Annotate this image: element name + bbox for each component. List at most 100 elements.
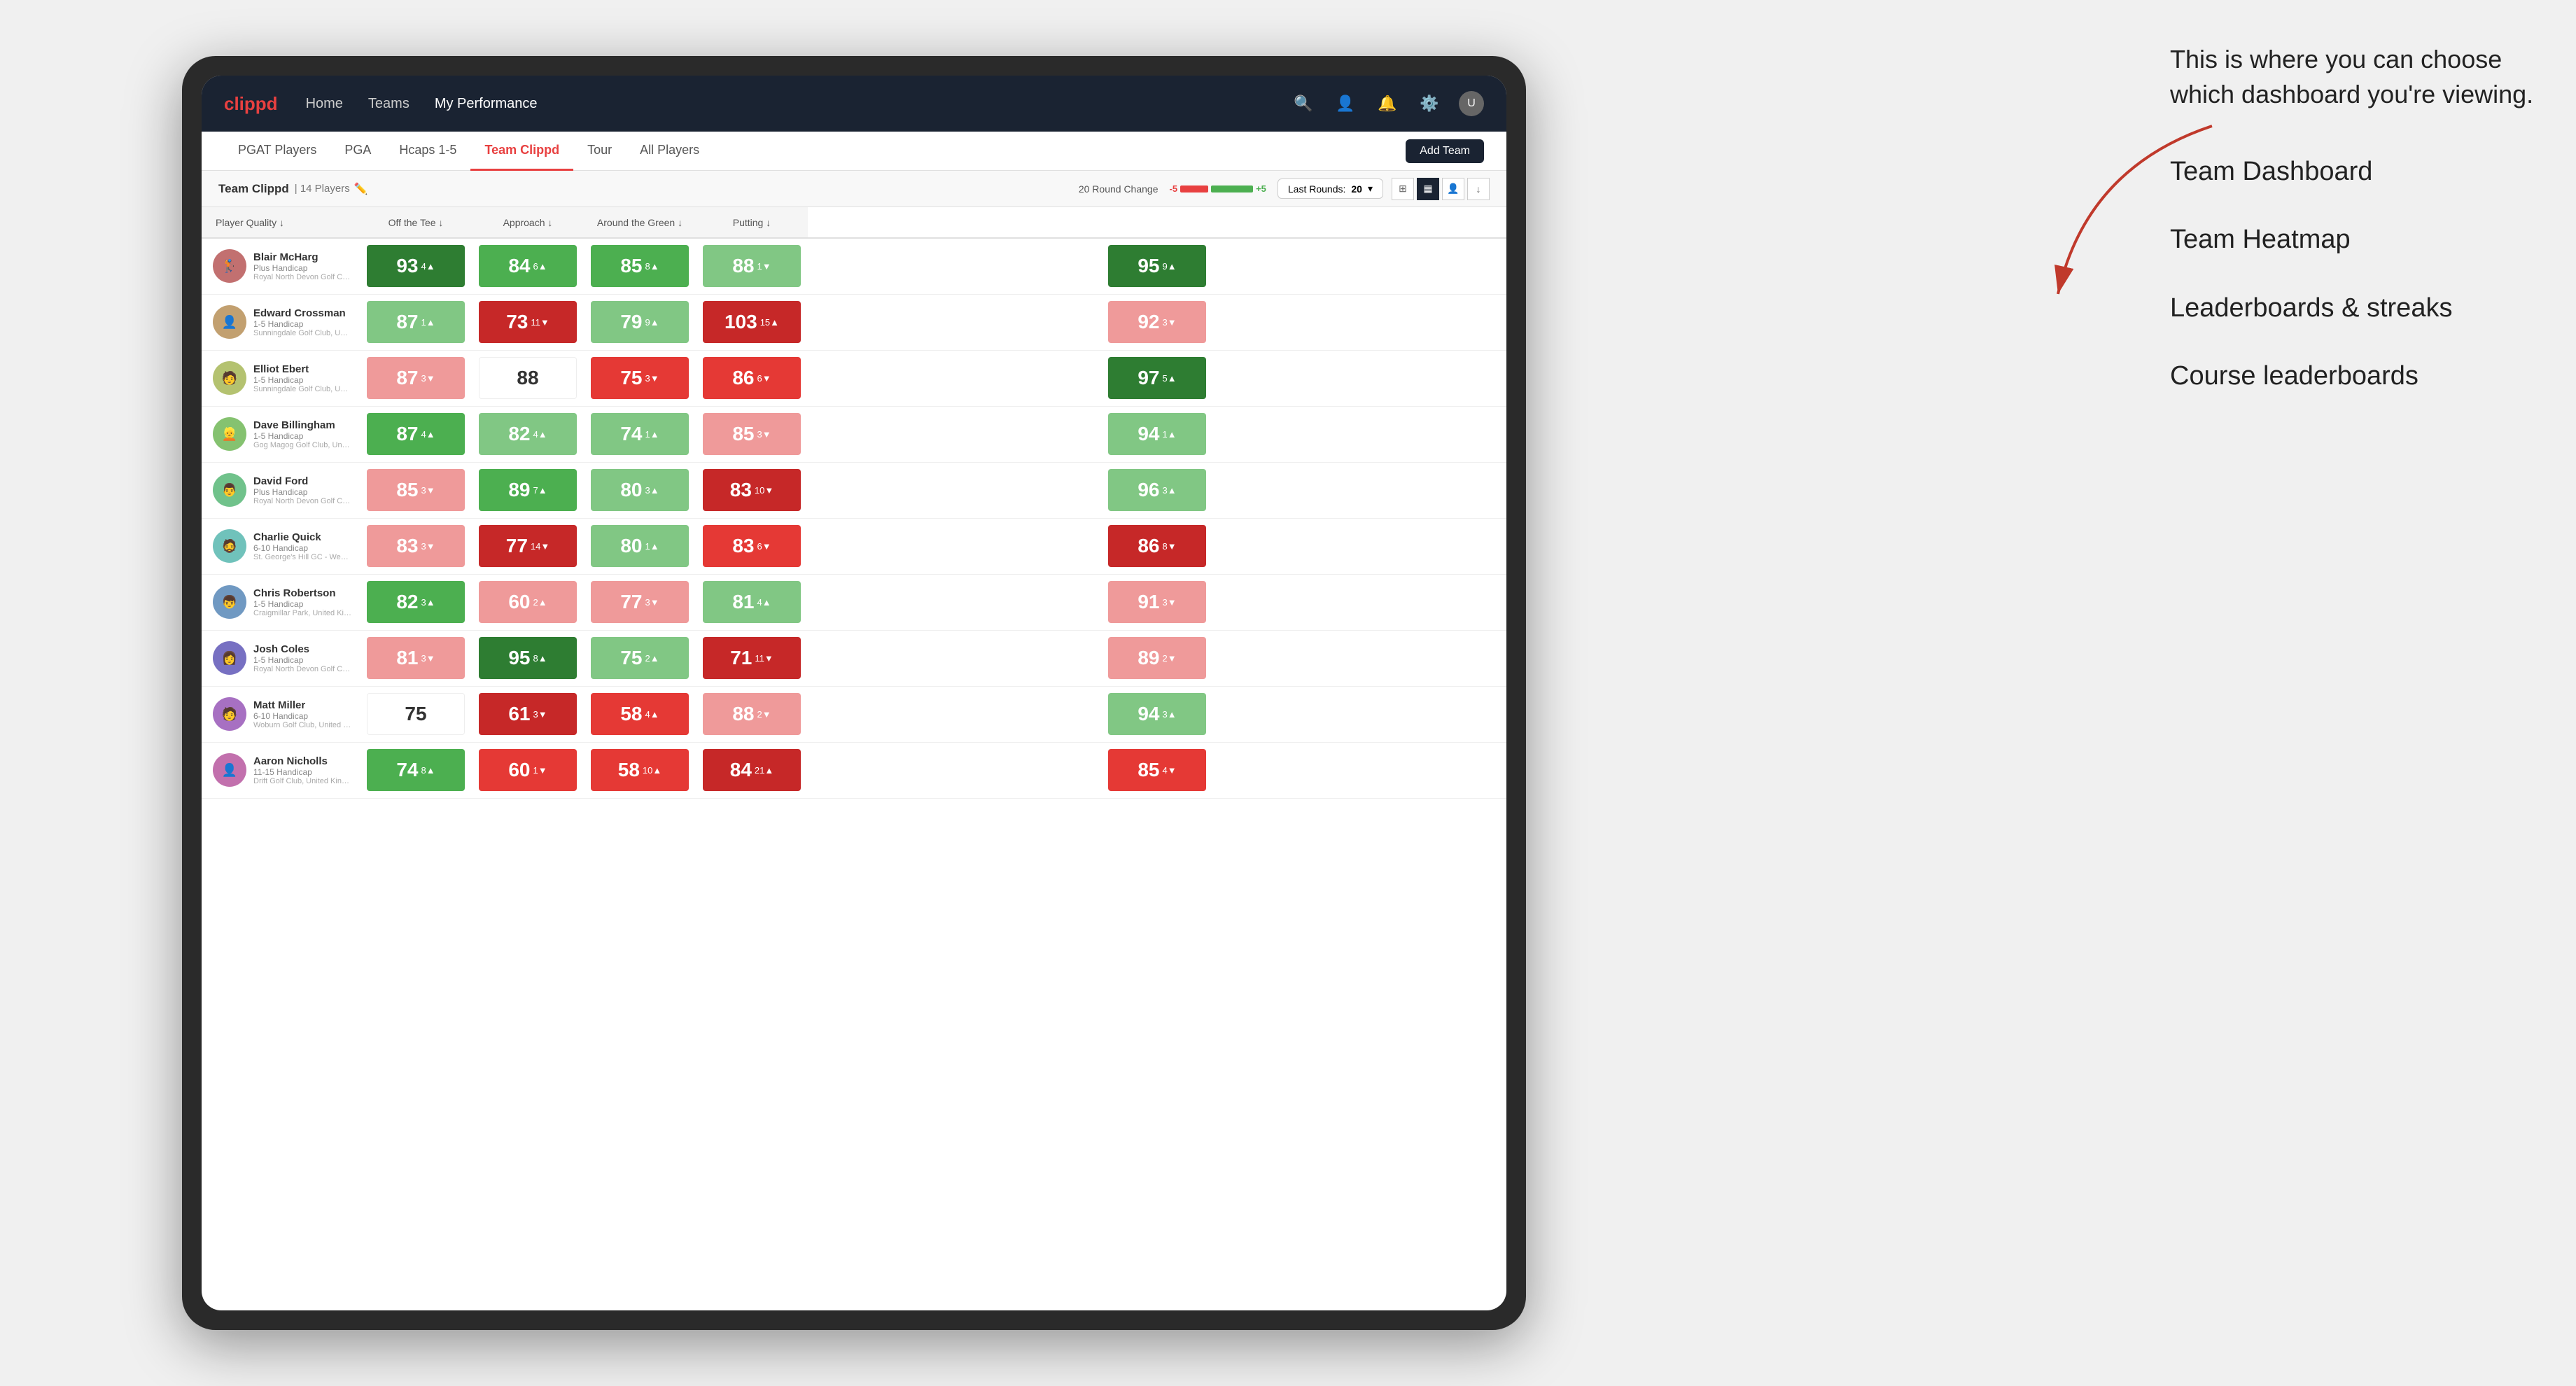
- player-name[interactable]: Dave Billingham: [253, 419, 351, 431]
- metric-value: 85: [732, 423, 754, 445]
- metric-cell-2: 803▲: [584, 462, 696, 518]
- sub-nav-hcaps[interactable]: Hcaps 1-5: [385, 132, 470, 171]
- player-handicap: 1-5 Handicap: [253, 319, 351, 329]
- metric-cell-2: 799▲: [584, 294, 696, 350]
- player-name[interactable]: Charlie Quick: [253, 531, 351, 543]
- metric-value: 80: [620, 479, 642, 501]
- metric-value: 73: [506, 311, 528, 333]
- metric-box: 799▲: [591, 301, 689, 343]
- player-name[interactable]: Elliot Ebert: [253, 363, 351, 375]
- metric-value: 87: [396, 311, 418, 333]
- edit-icon[interactable]: ✏️: [354, 182, 368, 196]
- col-aroundgreen: Around the Green ↓: [584, 207, 696, 238]
- metric-value: 60: [508, 759, 530, 781]
- metric-box: 7714▼: [479, 525, 577, 567]
- metric-value: 75: [620, 367, 642, 389]
- table-row[interactable]: 🧑Elliot Ebert1-5 HandicapSunningdale Gol…: [202, 350, 1506, 406]
- metric-box: 897▲: [479, 469, 577, 511]
- metric-cell-0: 934▲: [360, 238, 472, 294]
- metric-cell-4: 892▼: [808, 630, 1506, 686]
- metric-change: 2▼: [1163, 653, 1177, 664]
- bell-icon[interactable]: 🔔: [1375, 91, 1400, 116]
- nav-item-teams[interactable]: Teams: [368, 96, 410, 112]
- settings-icon[interactable]: ⚙️: [1417, 91, 1442, 116]
- table-row[interactable]: 👦Chris Robertson1-5 HandicapCraigmillar …: [202, 574, 1506, 630]
- nav-item-myperformance[interactable]: My Performance: [435, 96, 538, 112]
- tablet-frame: clippd Home Teams My Performance 🔍 👤 🔔 ⚙…: [182, 56, 1526, 1330]
- nav-item-home[interactable]: Home: [306, 96, 343, 112]
- metric-change: 4▲: [533, 429, 547, 440]
- add-team-button[interactable]: Add Team: [1406, 139, 1484, 163]
- metric-value: 85: [1138, 759, 1159, 781]
- metric-cell-4: 959▲: [808, 238, 1506, 294]
- metric-change: 9▲: [645, 317, 659, 328]
- player-name[interactable]: Matt Miller: [253, 699, 351, 711]
- table-row[interactable]: 🏌️Blair McHargPlus HandicapRoyal North D…: [202, 238, 1506, 294]
- annotation-intro-text: This is where you can choose which dashb…: [2170, 42, 2534, 113]
- table-row[interactable]: 👤Aaron Nicholls11-15 HandicapDrift Golf …: [202, 742, 1506, 798]
- table-row[interactable]: 👨David FordPlus HandicapRoyal North Devo…: [202, 462, 1506, 518]
- metric-change: 1▲: [421, 317, 435, 328]
- nav-bar: clippd Home Teams My Performance 🔍 👤 🔔 ⚙…: [202, 76, 1506, 132]
- metric-cell-1: 7311▼: [472, 294, 584, 350]
- player-cell: 🧑Elliot Ebert1-5 HandicapSunningdale Gol…: [202, 350, 360, 406]
- player-handicap: 1-5 Handicap: [253, 599, 351, 609]
- avatar[interactable]: U: [1459, 91, 1484, 116]
- metric-change: 2▼: [757, 709, 771, 720]
- data-table: Player Quality ↓ Off the Tee ↓ Approach …: [202, 207, 1506, 799]
- metric-change: 4▲: [421, 261, 435, 272]
- table-row[interactable]: 👤Edward Crossman1-5 HandicapSunningdale …: [202, 294, 1506, 350]
- tablet-screen: clippd Home Teams My Performance 🔍 👤 🔔 ⚙…: [202, 76, 1506, 1310]
- metric-change: 11▼: [755, 653, 773, 664]
- player-name[interactable]: Chris Robertson: [253, 587, 351, 599]
- metric-cell-2: 5810▲: [584, 742, 696, 798]
- sub-nav-tour[interactable]: Tour: [573, 132, 626, 171]
- download-button[interactable]: ↓: [1467, 178, 1490, 200]
- player-name[interactable]: Edward Crossman: [253, 307, 351, 319]
- table-row[interactable]: 🧑Matt Miller6-10 HandicapWoburn Golf Clu…: [202, 686, 1506, 742]
- last-rounds-button[interactable]: Last Rounds: 20 ▾: [1278, 178, 1383, 199]
- metric-change: 1▼: [757, 261, 771, 272]
- player-name[interactable]: Josh Coles: [253, 643, 351, 655]
- table-row[interactable]: 🧔Charlie Quick6-10 HandicapSt. George's …: [202, 518, 1506, 574]
- metric-cell-3: 853▼: [696, 406, 808, 462]
- metric-value: 74: [620, 423, 642, 445]
- player-name[interactable]: Aaron Nicholls: [253, 755, 351, 767]
- player-club: Woburn Golf Club, United Kingdom: [253, 721, 351, 729]
- metric-change: 3▼: [533, 709, 547, 720]
- person-view-button[interactable]: 👤: [1442, 178, 1464, 200]
- metric-box: 8421▲: [703, 749, 801, 791]
- search-icon[interactable]: 🔍: [1291, 91, 1316, 116]
- metric-cell-1: 846▲: [472, 238, 584, 294]
- metric-change: 2▲: [645, 653, 659, 664]
- player-club: Sunningdale Golf Club, United Kingdom: [253, 329, 351, 337]
- metric-cell-1: 824▲: [472, 406, 584, 462]
- player-handicap: 6-10 Handicap: [253, 543, 351, 553]
- avatar: 👩: [213, 641, 246, 675]
- metric-cell-0: 75: [360, 686, 472, 742]
- metric-box: 868▼: [1108, 525, 1206, 567]
- player-name[interactable]: Blair McHarg: [253, 251, 351, 263]
- sub-nav-teamclippd[interactable]: Team Clippd: [470, 132, 573, 171]
- sub-nav-pga[interactable]: PGA: [330, 132, 385, 171]
- metric-change: 1▲: [1163, 429, 1177, 440]
- metric-cell-2: 752▲: [584, 630, 696, 686]
- table-row[interactable]: 👩Josh Coles1-5 HandicapRoyal North Devon…: [202, 630, 1506, 686]
- metric-cell-1: 602▲: [472, 574, 584, 630]
- player-name[interactable]: David Ford: [253, 475, 351, 487]
- metric-value: 81: [732, 591, 754, 613]
- table-view-button[interactable]: ▦: [1417, 178, 1439, 200]
- table-row[interactable]: 👱Dave Billingham1-5 HandicapGog Magog Go…: [202, 406, 1506, 462]
- metric-box: 892▼: [1108, 637, 1206, 679]
- metric-box: 846▲: [479, 245, 577, 287]
- grid-view-button[interactable]: ⊞: [1392, 178, 1414, 200]
- user-icon[interactable]: 👤: [1333, 91, 1358, 116]
- player-cell: 👤Edward Crossman1-5 HandicapSunningdale …: [202, 294, 360, 350]
- metric-value: 88: [517, 367, 538, 389]
- player-handicap: 11-15 Handicap: [253, 767, 351, 777]
- metric-change: 8▲: [645, 261, 659, 272]
- sub-nav-allplayers[interactable]: All Players: [626, 132, 713, 171]
- sub-nav-pgat[interactable]: PGAT Players: [224, 132, 330, 171]
- table-body: 🏌️Blair McHargPlus HandicapRoyal North D…: [202, 238, 1506, 798]
- metric-value: 85: [620, 255, 642, 277]
